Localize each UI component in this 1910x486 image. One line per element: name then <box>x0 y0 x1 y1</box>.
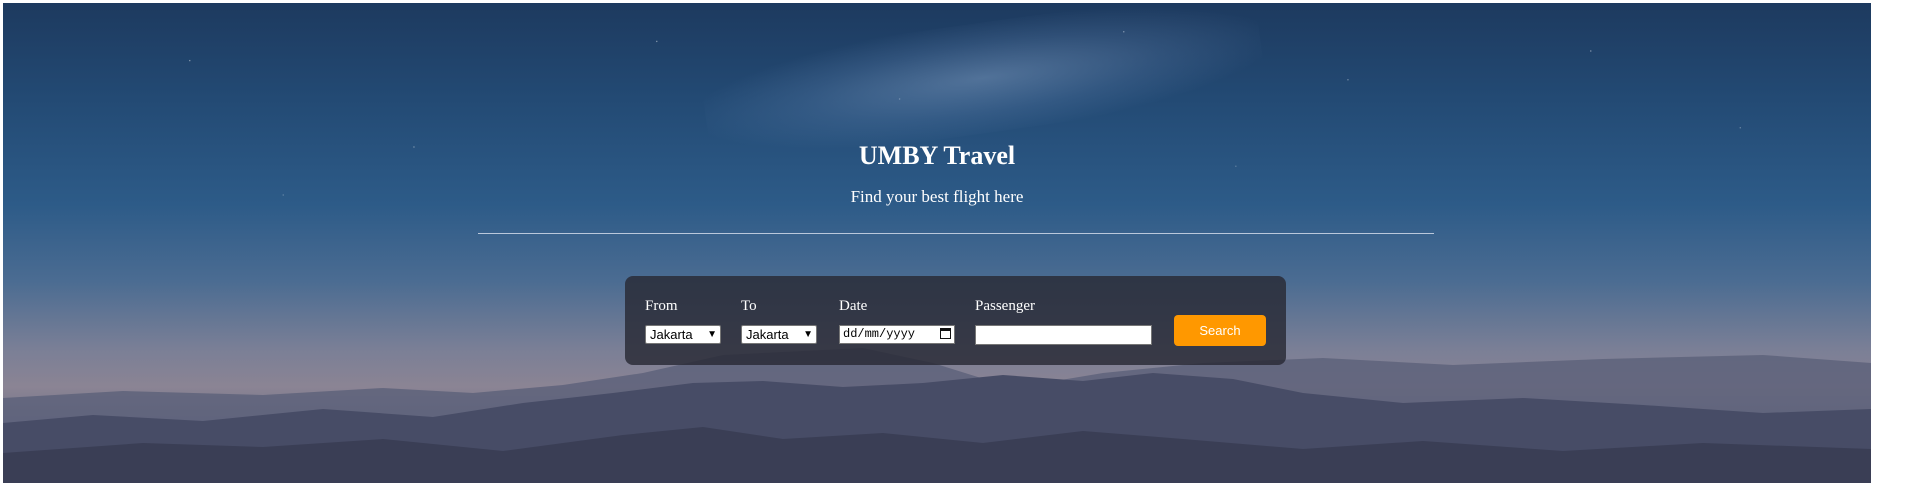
from-label: From <box>645 298 678 314</box>
date-label: Date <box>839 298 868 314</box>
to-select-value: Jakarta <box>746 327 789 342</box>
passenger-input[interactable] <box>975 325 1152 345</box>
to-field: To <box>741 296 757 316</box>
calendar-icon[interactable] <box>940 328 951 339</box>
from-select[interactable]: Jakarta ▼ <box>645 325 721 344</box>
to-label: To <box>741 298 757 314</box>
flight-search-form: From Jakarta ▼ To Jakarta ▼ Date dd/mm/y… <box>625 276 1286 365</box>
search-button[interactable]: Search <box>1174 315 1266 346</box>
hero-header: UMBY Travel Find your best flight here <box>3 141 1871 207</box>
hero-banner: UMBY Travel Find your best flight here F… <box>3 3 1871 483</box>
from-select-value: Jakarta <box>650 327 693 342</box>
from-field: From <box>645 296 678 316</box>
chevron-down-icon: ▼ <box>803 329 813 340</box>
divider <box>478 233 1434 234</box>
date-input[interactable]: dd/mm/yyyy <box>839 325 955 344</box>
to-select[interactable]: Jakarta ▼ <box>741 325 817 344</box>
page-title: UMBY Travel <box>858 141 1016 170</box>
date-field: Date <box>839 296 867 316</box>
page-subtitle: Find your best flight here <box>850 187 1024 206</box>
date-placeholder: dd/mm/yyyy <box>843 327 916 341</box>
passenger-label: Passenger <box>975 298 1035 314</box>
passenger-field: Passenger <box>975 296 1035 316</box>
chevron-down-icon: ▼ <box>707 329 717 340</box>
